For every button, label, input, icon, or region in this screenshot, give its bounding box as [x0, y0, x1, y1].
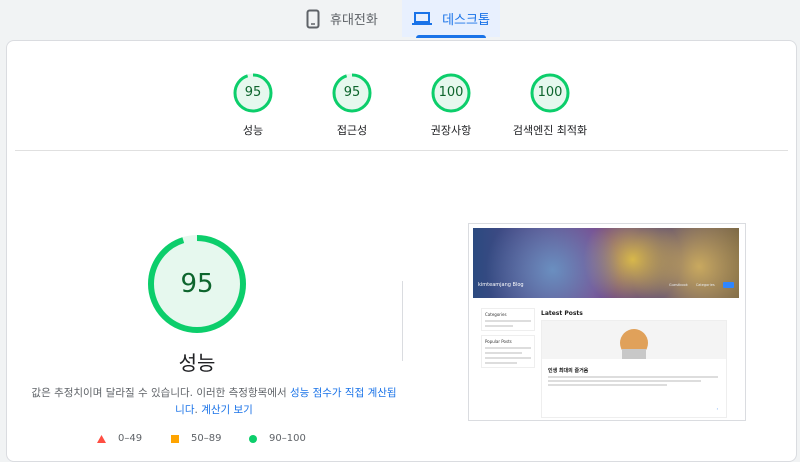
score-ring: 100 [431, 73, 471, 113]
screenshot-categories: Categories [481, 308, 535, 331]
score-ring: 95 [233, 73, 273, 113]
performance-score: 95 [180, 269, 214, 299]
score-ring: 95 [332, 73, 372, 113]
performance-gauge: 95 [147, 234, 247, 334]
screenshot-popular: Popular Posts [481, 335, 535, 368]
screenshot-post-excerpt [548, 376, 718, 388]
section-divider [15, 150, 788, 151]
legend-average: 50–89 [171, 433, 221, 444]
score-ring: 100 [530, 73, 570, 113]
description-text: 값은 추정치이며 달라질 수 있습니다. 이러한 측정항목에서 [31, 387, 290, 399]
screenshot-nav-button [722, 282, 734, 288]
screenshot-nav: Guestbook Categories [669, 282, 734, 288]
categories-title: Categories [485, 312, 507, 317]
tab-desktop-label: 데스크톱 [442, 13, 490, 28]
active-tab-indicator [416, 35, 486, 38]
legend-fail: 0–49 [97, 433, 142, 444]
summary-gauges: 95 성능 95 접근성 100 권장사항 100 검색엔진 최적화 [7, 73, 796, 143]
score-legend: 0–49 50–89 90–100 [93, 433, 333, 453]
legend-range: 90–100 [269, 433, 306, 444]
legend-pass: 90–100 [249, 433, 306, 444]
screenshot-latest-title: Latest Posts [541, 310, 583, 317]
phone-icon [306, 9, 320, 28]
screenshot-site-title: kimteamjang Blog [478, 282, 524, 288]
screenshot-sidebar: Categories Popular Posts [481, 308, 535, 414]
laptop-icon [412, 11, 433, 25]
score-value: 95 [343, 85, 361, 100]
report-card: 95 성능 95 접근성 100 권장사항 100 검색엔진 최적화 95 성능… [6, 40, 797, 462]
legend-range: 50–89 [191, 433, 222, 444]
screenshot-post-title: 인생 최대의 즐거움 [548, 368, 589, 374]
calculator-link[interactable]: 계산기 보기 [201, 404, 253, 416]
performance-title: 성능 [178, 351, 216, 375]
page-screenshot: kimteamjang Blog Guestbook Categories Ca… [468, 223, 746, 421]
screenshot-post-image [542, 321, 726, 361]
screenshot-read-more: › [716, 407, 718, 411]
vertical-divider [402, 281, 403, 361]
tab-mobile[interactable]: 휴대전화 [306, 0, 398, 37]
tab-desktop[interactable]: 데스크톱 [402, 0, 500, 38]
screenshot-post-card: 인생 최대의 즐거움 › [541, 320, 727, 418]
gauge-seo[interactable]: 100 검색엔진 최적화 [490, 73, 610, 138]
circle-icon [249, 434, 257, 443]
legend-range: 0–49 [118, 433, 143, 444]
square-icon [171, 434, 179, 443]
popular-title: Popular Posts [485, 339, 512, 344]
screenshot-nav-item: Categories [695, 283, 715, 287]
triangle-icon [97, 434, 106, 443]
gauge-label: 검색엔진 최적화 [512, 124, 588, 137]
device-tabs: 휴대전화 데스크톱 [0, 0, 800, 40]
tab-mobile-label: 휴대전화 [330, 13, 378, 28]
performance-description: 값은 추정치이며 달라질 수 있습니다. 이러한 측정항목에서 성능 점수가 직… [29, 385, 399, 419]
score-value: 100 [537, 85, 563, 100]
score-value: 100 [438, 85, 464, 100]
screenshot-nav-item: Guestbook [669, 283, 688, 287]
score-value: 95 [244, 85, 262, 100]
